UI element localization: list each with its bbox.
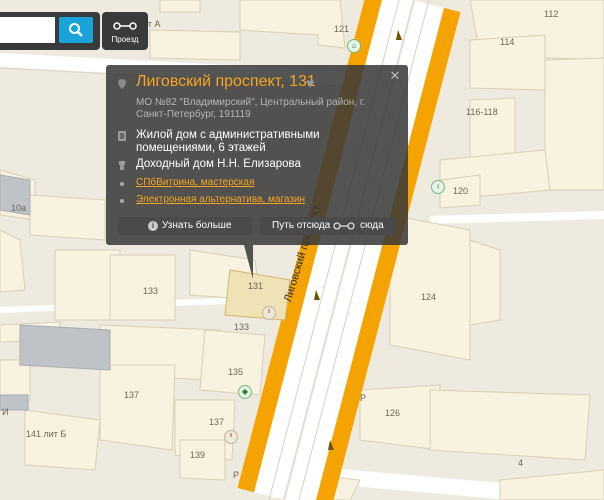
bullet-icon (120, 182, 124, 186)
house-label: Р (360, 393, 367, 403)
house-label: 126 (385, 408, 401, 418)
search-button[interactable] (59, 17, 93, 43)
location-pin-icon (118, 79, 126, 89)
house-label: 120 (453, 186, 469, 196)
search-icon (69, 23, 83, 37)
route-button[interactable]: Проезд (102, 12, 148, 50)
house-label: 114 (500, 37, 515, 47)
cafe-marker-icon[interactable]: ᴵᴵ (262, 306, 276, 320)
popup-address: МО №82 "Владимирский", Центральный район… (136, 97, 366, 120)
person-marker-icon[interactable]: ♀ (431, 180, 445, 194)
house-label: 10а (11, 203, 27, 213)
history-icon (119, 161, 125, 170)
organization-link[interactable]: СПбВитрина, мастерская (136, 177, 254, 188)
search-input[interactable] (0, 17, 55, 43)
house-label: 135 (228, 367, 244, 377)
house-label: И (2, 407, 9, 417)
route-button-label: Проезд (111, 35, 139, 44)
route-to-label: сюда (360, 220, 384, 231)
more-info-button[interactable]: i Узнать больше (118, 217, 252, 235)
house-label: 133 (234, 322, 250, 332)
house-label: 137 (209, 417, 225, 427)
house-label: Р (233, 470, 240, 480)
route-icon (113, 22, 137, 30)
house-label: 116-118 (466, 107, 498, 117)
house-label: 124 (421, 292, 437, 302)
info-popup: Лиговский проспект, 131 ♥ ✕ МО №82 "Влад… (106, 65, 408, 245)
house-label: 139 (190, 450, 206, 460)
organization-link[interactable]: Электронная альтернатива, магазин (136, 194, 305, 205)
info-icon: i (148, 221, 158, 231)
house-label: 112 (544, 9, 559, 19)
bullet-icon (120, 199, 124, 203)
search-panel (0, 12, 100, 50)
popup-pointer (244, 245, 253, 279)
building-type: Жилой дом с административными помещениям… (136, 129, 320, 154)
house-label: 121 (334, 24, 350, 34)
route-from-label: Путь отсюда (272, 220, 331, 231)
house-label: 131 (248, 281, 264, 291)
house-label: 141 лит Б (26, 429, 67, 439)
shop-marker-icon[interactable]: ◆ (238, 385, 252, 399)
document-icon (118, 131, 126, 141)
route-icon (333, 222, 355, 230)
route-from-button[interactable]: Путь отсюда сюда (260, 217, 396, 235)
house-label: 137 (124, 390, 140, 400)
house-label: 4 (518, 458, 524, 468)
cafe-marker-icon[interactable]: ᴵᴵ (224, 430, 238, 444)
favorite-heart-icon[interactable]: ♥ (306, 75, 314, 91)
more-info-label: Узнать больше (162, 220, 232, 231)
historic-name: Доходный дом Н.Н. Елизарова (136, 158, 301, 170)
popup-title: Лиговский проспект, 131 (136, 73, 316, 90)
house-label: 133 (143, 286, 159, 296)
close-icon[interactable]: ✕ (388, 69, 402, 83)
shop-marker-icon[interactable]: ⌂ (347, 39, 361, 53)
